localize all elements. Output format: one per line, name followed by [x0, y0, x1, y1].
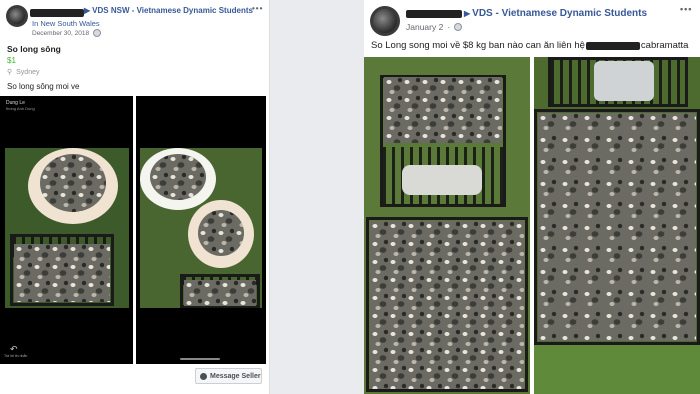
post-options-button[interactable]: •••: [680, 4, 692, 14]
post-photo-1[interactable]: [364, 57, 530, 394]
post-meta: January 2 ·: [406, 22, 463, 32]
redacted-poster-name: [406, 10, 462, 18]
clams-in-white-bowl: [150, 154, 206, 200]
listing-title: So long sông: [7, 44, 61, 54]
clams-in-crate: [184, 280, 256, 306]
location-pin-icon: ⚲: [7, 69, 13, 76]
left-marketplace-post: ▶ VDS NSW - Vietnamese Dynamic Students I…: [0, 0, 270, 394]
post-meta: December 30, 2018: [32, 29, 102, 37]
share-arrow-icon: ▶: [84, 6, 91, 15]
listing-photo-1[interactable]: Dung Le thong Anh Dung ↶ Trả lời tin nhắ…: [0, 96, 133, 364]
group-link[interactable]: ▶ VDS NSW - Vietnamese Dynamic Students: [84, 6, 253, 15]
clams-in-bowl: [40, 154, 106, 212]
plastic-bag: [402, 165, 482, 195]
group-link[interactable]: ▶ VDS - Vietnamese Dynamic Students: [464, 8, 647, 19]
clams-in-orange-bowl: [198, 210, 244, 256]
post-text: So Long song moi về $8 kg ban nào can ăn…: [371, 40, 689, 51]
screenshot-sender-sub: thong Anh Dung: [6, 106, 35, 111]
poster-avatar[interactable]: [370, 6, 400, 36]
clams-in-bottom-crate: [370, 221, 524, 389]
right-group-post: ▶ VDS - Vietnamese Dynamic Students Janua…: [364, 0, 700, 394]
post-photo-2[interactable]: [534, 57, 700, 394]
clams-in-top-crate: [384, 77, 502, 143]
listing-price: $1: [7, 56, 16, 65]
share-arrow-icon: ▶: [464, 9, 471, 18]
home-indicator: [180, 358, 220, 360]
globe-icon: [93, 29, 102, 37]
poster-avatar[interactable]: [6, 5, 28, 27]
post-date[interactable]: December 30, 2018: [32, 30, 89, 37]
clams-in-bottom-crate: [538, 113, 696, 341]
listing-photo-2[interactable]: [136, 96, 266, 364]
plastic-bag: [594, 61, 654, 101]
subgroup-link[interactable]: In New South Wales: [32, 19, 100, 28]
message-seller-button[interactable]: Message Seller: [195, 368, 262, 384]
clams-in-crate: [14, 244, 110, 302]
listing-location: ⚲ Sydney: [7, 68, 40, 77]
grass: [534, 345, 700, 394]
redacted-poster-name: [30, 9, 84, 17]
messenger-icon: [200, 372, 207, 380]
screenshot-footer: Trả lời tin nhắn: [4, 354, 28, 358]
post-options-button[interactable]: •••: [252, 4, 263, 13]
redacted-phone-number: [585, 41, 640, 50]
globe-icon: [454, 23, 463, 31]
post-date[interactable]: January 2: [406, 22, 443, 32]
listing-description: So long sông moi ve: [7, 82, 80, 91]
